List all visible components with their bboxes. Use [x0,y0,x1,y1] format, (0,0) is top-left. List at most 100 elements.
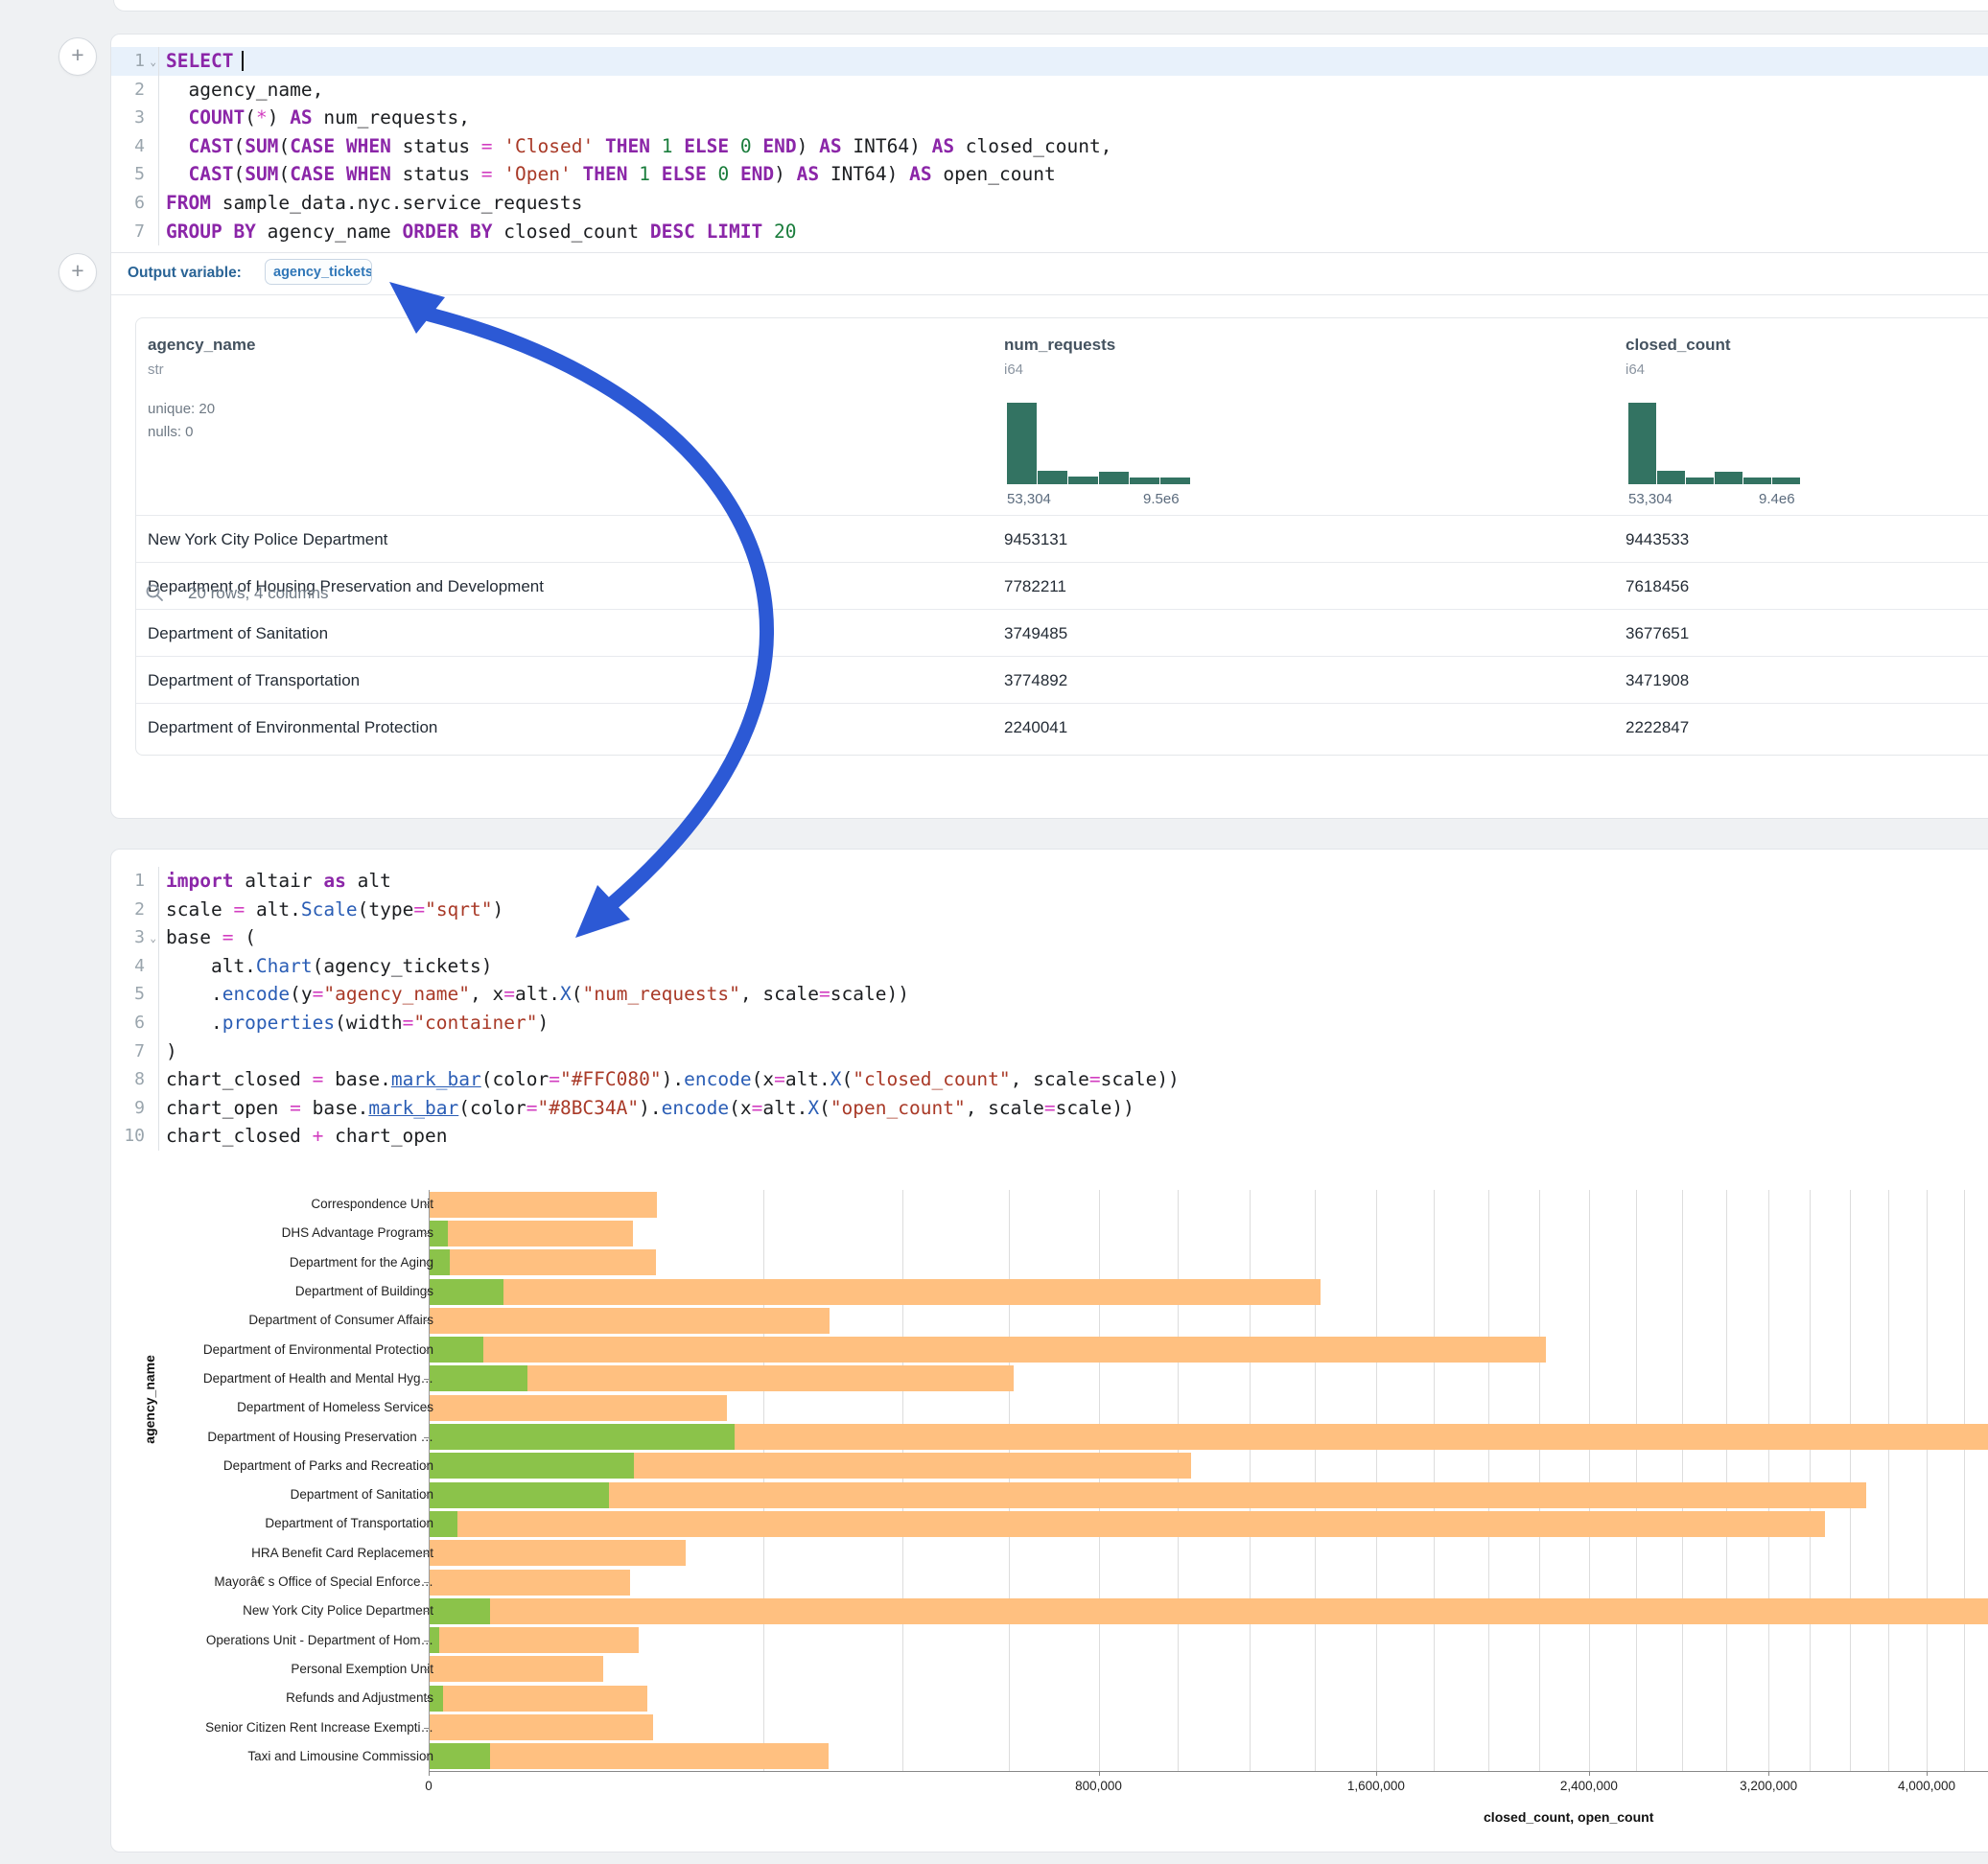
closed-count-bar[interactable] [430,1249,656,1275]
add-cell-button-middle[interactable]: + [58,253,97,291]
x-axis-label: 4,000,000 [1898,1779,1955,1793]
chart-gridline [1250,1190,1251,1771]
y-axis-label: Department for the Aging [130,1255,433,1270]
x-axis-line [429,1771,1988,1772]
y-axis-label: Operations Unit - Department of Hom… [130,1633,433,1647]
table-cell: Department of Transportation [148,671,360,690]
table-row[interactable]: New York City Police Department945313194… [136,515,1988,563]
x-axis-tick [429,1771,430,1776]
collapse-chevron-icon[interactable]: ⌄ [150,48,156,77]
line-number: 8 [111,1065,159,1094]
chart-gridline [1964,1190,1965,1771]
table-cell: 3471908 [1625,671,1689,690]
line-number: 7 [111,1037,159,1066]
closed-count-bar[interactable] [430,1221,633,1247]
code-line: 9chart_open = base.mark_bar(color="#8BC3… [111,1094,1988,1123]
open-count-bar[interactable] [430,1743,490,1769]
column-header-agency-name[interactable]: agency_name [148,336,255,355]
open-count-bar[interactable] [430,1424,735,1450]
histogram-max-label: 9.5e6 [1143,491,1180,507]
closed-count-bar[interactable] [430,1511,1825,1537]
table-cell: 7782211 [1004,577,1066,596]
line-number: 5 [111,980,159,1009]
open-count-bar[interactable] [430,1365,527,1391]
closed-count-bar[interactable] [430,1686,647,1712]
closed-count-bar[interactable] [430,1627,639,1653]
x-axis-tick [1099,1771,1100,1776]
line-number: 10 [111,1122,159,1151]
line-number: 7 [111,218,159,246]
sql-code-editor[interactable]: 1⌄SELECT2 agency_name,3 COUNT(*) AS num_… [111,47,1988,245]
chart-gridline [1099,1190,1100,1771]
table-cell: 2240041 [1004,718,1067,737]
closed-count-bar[interactable] [430,1482,1866,1508]
previous-cell-card [113,0,1988,12]
chart-gridline [1488,1190,1489,1771]
y-axis-tick [424,1320,429,1321]
chart-gridline [1589,1190,1590,1771]
column-header-closed-count[interactable]: closed_count [1625,336,1731,355]
add-cell-button-top[interactable]: + [58,37,97,76]
code-line: 5 CAST(SUM(CASE WHEN status = 'Open' THE… [111,160,1988,189]
output-variable-row: Output variable: agency_tickets [111,253,1988,294]
line-number: 9 [111,1094,159,1123]
y-axis-tick [424,1524,429,1525]
y-axis-label: Department of Health and Mental Hyg… [130,1371,433,1386]
open-count-bar[interactable] [430,1279,503,1305]
histogram-bar [1743,478,1771,484]
python-code-editor[interactable]: 1import altair as alt2scale = alt.Scale(… [111,867,1988,1151]
histogram-bar [1772,478,1800,484]
code-line: 8chart_closed = base.mark_bar(color="#FF… [111,1065,1988,1094]
table-row[interactable]: Department of Sanitation37494853677651 [136,609,1988,657]
closed-count-bar[interactable] [430,1570,630,1596]
closed-count-bar[interactable] [430,1279,1321,1305]
table-row[interactable]: Department of Housing Preservation and D… [136,562,1988,610]
code-line: 1⌄SELECT [111,47,1988,76]
y-axis-tick [424,1466,429,1467]
table-cell: 9443533 [1625,530,1689,549]
closed-count-bar[interactable] [430,1395,727,1421]
histogram-bar [1628,403,1656,484]
chart-gridline [1810,1190,1811,1771]
open-count-bar[interactable] [430,1453,634,1479]
line-number: 1 [111,867,159,896]
code-line: 2scale = alt.Scale(type="sqrt") [111,896,1988,924]
search-icon[interactable] [145,583,164,607]
table-row[interactable]: Department of Environmental Protection 22… [136,703,1988,751]
column-header-num-requests[interactable]: num_requests [1004,336,1115,355]
open-count-bar[interactable] [430,1482,609,1508]
y-axis-tick [424,1669,429,1670]
table-cell: Department of Environmental Protection [148,718,437,737]
x-axis-tick [1376,1771,1377,1776]
closed-count-bar[interactable] [430,1656,603,1682]
histogram-bar [1715,472,1742,484]
open-count-bar[interactable] [430,1598,490,1624]
histogram-closed-count [1628,403,1801,484]
line-number: 5 [111,160,159,189]
histogram-max-label: 9.4e6 [1759,491,1795,507]
closed-count-bar[interactable] [430,1598,1988,1624]
chart-gridline [763,1190,764,1771]
chart-gridline [1178,1190,1179,1771]
closed-count-bar[interactable] [430,1540,686,1566]
output-variable-pill[interactable]: agency_tickets [265,259,372,285]
closed-count-bar[interactable] [430,1337,1546,1363]
x-axis-tick [1768,1771,1769,1776]
open-count-bar[interactable] [430,1337,483,1363]
y-axis-label: HRA Benefit Card Replacement [130,1546,433,1560]
column-type-agency-name: str [148,361,164,378]
y-axis-label: Department of Transportation [130,1516,433,1530]
x-axis-tick [1589,1771,1590,1776]
column-type-num-requests: i64 [1004,361,1023,378]
closed-count-bar[interactable] [430,1308,830,1334]
y-axis-label: Department of Homeless Services [130,1400,433,1414]
y-axis-tick [424,1641,429,1642]
collapse-chevron-icon[interactable]: ⌄ [150,924,156,953]
closed-count-bar[interactable] [430,1192,657,1218]
chart-gridline [1636,1190,1637,1771]
x-axis-label: 2,400,000 [1560,1779,1618,1793]
closed-count-bar[interactable] [430,1714,653,1740]
open-count-bar[interactable] [430,1511,457,1537]
table-row[interactable]: Department of Transportation377489234719… [136,656,1988,704]
y-axis-label: Taxi and Limousine Commission [130,1749,433,1763]
